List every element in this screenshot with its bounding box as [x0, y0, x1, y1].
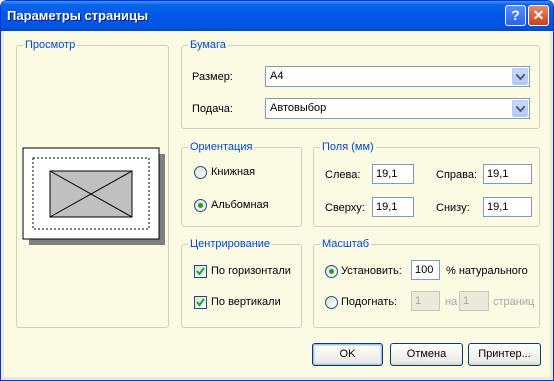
margin-left-input[interactable]: 19,1	[372, 164, 414, 184]
margins-legend: Поля (мм)	[320, 141, 376, 153]
fit-pages-wide-input[interactable]: 1	[411, 291, 440, 311]
preview-legend: Просмотр	[23, 39, 78, 51]
chevron-down-icon[interactable]	[512, 100, 528, 117]
fit-on-label: на	[445, 296, 458, 308]
radio-selected-dot	[198, 203, 203, 208]
margin-bottom-label: Снизу:	[436, 202, 470, 214]
fit-pages-tall-input[interactable]: 1	[459, 291, 489, 311]
center-horizontal-label[interactable]: По горизонтали	[211, 265, 291, 277]
paper-source-value: Автовыбор	[270, 102, 327, 114]
margin-bottom-input[interactable]: 19,1	[483, 197, 532, 217]
margin-right-input[interactable]: 19,1	[483, 164, 532, 184]
margin-right-label: Справа:	[436, 169, 478, 181]
orientation-group: Ориентация Книжная Альбомная	[181, 141, 302, 227]
paper-size-value: A4	[270, 70, 284, 82]
close-button[interactable]: ✕	[528, 5, 549, 26]
scale-adjust-radio[interactable]	[325, 265, 338, 278]
page-setup-dialog: Параметры страницы ? ✕ Просмотр Бумага Р…	[0, 0, 554, 381]
paper-group: Бумага Размер: A4 Подача: Автовыбор	[181, 39, 540, 129]
scale-group: Масштаб Установить: 100 % натурального П…	[313, 238, 540, 328]
cancel-button[interactable]: Отмена	[390, 343, 463, 366]
scale-percent-input[interactable]: 100	[411, 260, 440, 280]
orientation-legend: Ориентация	[188, 141, 255, 153]
centering-group: Центрирование По горизонтали По вертикал…	[181, 238, 302, 328]
center-vertical-checkbox[interactable]	[194, 296, 207, 309]
landscape-label[interactable]: Альбомная	[211, 199, 269, 211]
centering-legend: Центрирование	[188, 238, 273, 250]
scale-fit-label[interactable]: Подогнать:	[341, 296, 397, 308]
portrait-label[interactable]: Книжная	[211, 166, 255, 178]
dialog-body: Просмотр Бумага Размер: A4 Подача: Автов…	[4, 31, 550, 377]
paper-size-label: Размер:	[192, 71, 233, 83]
paper-legend: Бумага	[188, 39, 228, 51]
title-bar[interactable]: Параметры страницы ? ✕	[1, 1, 553, 31]
help-button[interactable]: ?	[505, 5, 526, 26]
margins-group: Поля (мм) Слева: 19,1 Справа: 19,1 Сверх…	[313, 141, 540, 227]
paper-source-label: Подача:	[192, 103, 233, 115]
ok-button[interactable]: OK	[312, 343, 383, 366]
window-title: Параметры страницы	[7, 8, 149, 23]
chevron-down-icon[interactable]	[512, 68, 528, 85]
margin-top-label: Сверху:	[325, 202, 365, 214]
checkmark-icon	[196, 267, 205, 276]
portrait-radio[interactable]	[194, 166, 207, 179]
scale-fit-radio[interactable]	[325, 296, 338, 309]
center-vertical-label[interactable]: По вертикали	[211, 296, 281, 308]
margin-left-label: Слева:	[325, 169, 361, 181]
page-preview-image	[22, 147, 165, 245]
fit-pages-suffix: страниц	[493, 296, 535, 308]
scale-adjust-label[interactable]: Установить:	[341, 265, 402, 277]
margin-top-input[interactable]: 19,1	[372, 197, 414, 217]
paper-size-select[interactable]: A4	[265, 66, 530, 87]
scale-percent-suffix: % натурального	[446, 265, 528, 277]
radio-selected-dot	[329, 269, 334, 274]
checkmark-icon	[196, 298, 205, 307]
printer-button[interactable]: Принтер...	[468, 343, 541, 366]
scale-legend: Масштаб	[320, 238, 372, 250]
paper-source-select[interactable]: Автовыбор	[265, 98, 530, 119]
preview-group: Просмотр	[16, 39, 169, 328]
landscape-radio[interactable]	[194, 199, 207, 212]
center-horizontal-checkbox[interactable]	[194, 265, 207, 278]
